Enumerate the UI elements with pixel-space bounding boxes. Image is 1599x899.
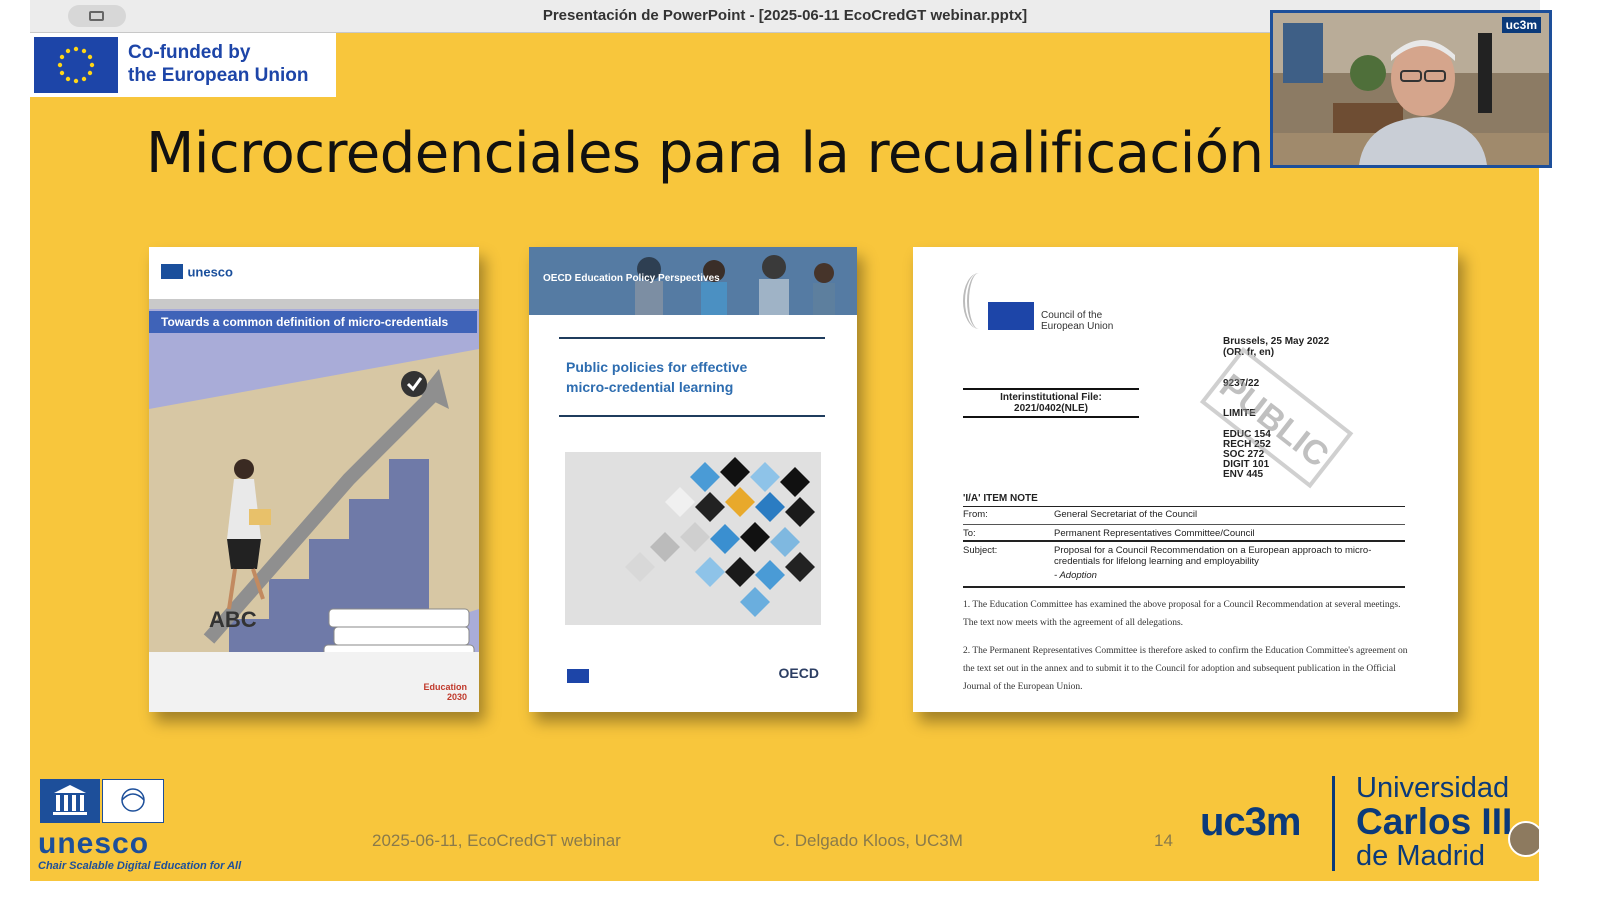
eu-funding-text: Co-funded by the European Union (128, 42, 309, 86)
unesco-banner: Towards a common definition of micro-cre… (149, 311, 477, 333)
item-note-title: 'I/A' ITEM NOTE (963, 493, 1038, 504)
unesco-doc-logo: unesco (161, 263, 241, 280)
unesco-report-cover: unesco ABC Towards a common definition o… (149, 247, 479, 712)
unitwin-icon (102, 779, 164, 823)
council-flag-icon (988, 302, 1034, 330)
slide-number: 14 (1154, 831, 1173, 850)
oecd-report-cover: OECD Education Policy Perspectives Publi… (529, 247, 857, 712)
oecd-cover-image (565, 452, 821, 625)
eu-flag-icon (34, 37, 118, 93)
webcam-video[interactable]: uc3m (1270, 10, 1552, 168)
webcam-uc3m-badge: uc3m (1501, 17, 1541, 33)
footer-author: C. Delgado Kloos, UC3M (773, 831, 963, 850)
university-name: Universidad Carlos III de Madrid (1356, 772, 1513, 872)
oecd-series-label: OECD Education Policy Perspectives (543, 273, 720, 284)
oecd-header-photo: OECD Education Policy Perspectives (529, 247, 857, 315)
eu-funding-logo: Co-funded by the European Union (30, 33, 336, 97)
interinstitutional-file: Interinstitutional File: 2021/0402(NLE) (963, 388, 1139, 418)
slide-title: Microcredenciales para la recualificació… (146, 121, 1264, 186)
education-2030-logo: Education 2030 (423, 682, 467, 702)
unesco-chair-logo (40, 779, 164, 823)
note-paragraph-2: 2. The Permanent Representatives Committ… (963, 646, 1408, 692)
uc3m-logo: uc3m (1200, 800, 1301, 844)
footer-date-event: 2025-06-11, EcoCredGT webinar (372, 831, 621, 850)
oecd-doc-title: Public policies for effective micro-cred… (566, 359, 748, 395)
unesco-wordmark: unesco (38, 827, 150, 860)
eu-small-flag-icon (567, 669, 589, 683)
note-paragraph-1: 1. The Education Committee has examined … (963, 600, 1401, 628)
presenter-avatar[interactable] (1508, 821, 1539, 857)
unesco-chair-label: Chair Scalable Digital Education for All (38, 860, 242, 872)
oecd-logo: OECD (778, 665, 819, 681)
council-name: Council of the European Union (1041, 310, 1114, 332)
unesco-temple-icon (161, 264, 183, 280)
council-note-document: Council of the European Union Brussels, … (913, 247, 1458, 712)
unesco-temple-icon (40, 779, 100, 823)
abc-letters: ABC (209, 607, 257, 632)
note-table: From: General Secretariat of the Council… (963, 509, 1405, 588)
